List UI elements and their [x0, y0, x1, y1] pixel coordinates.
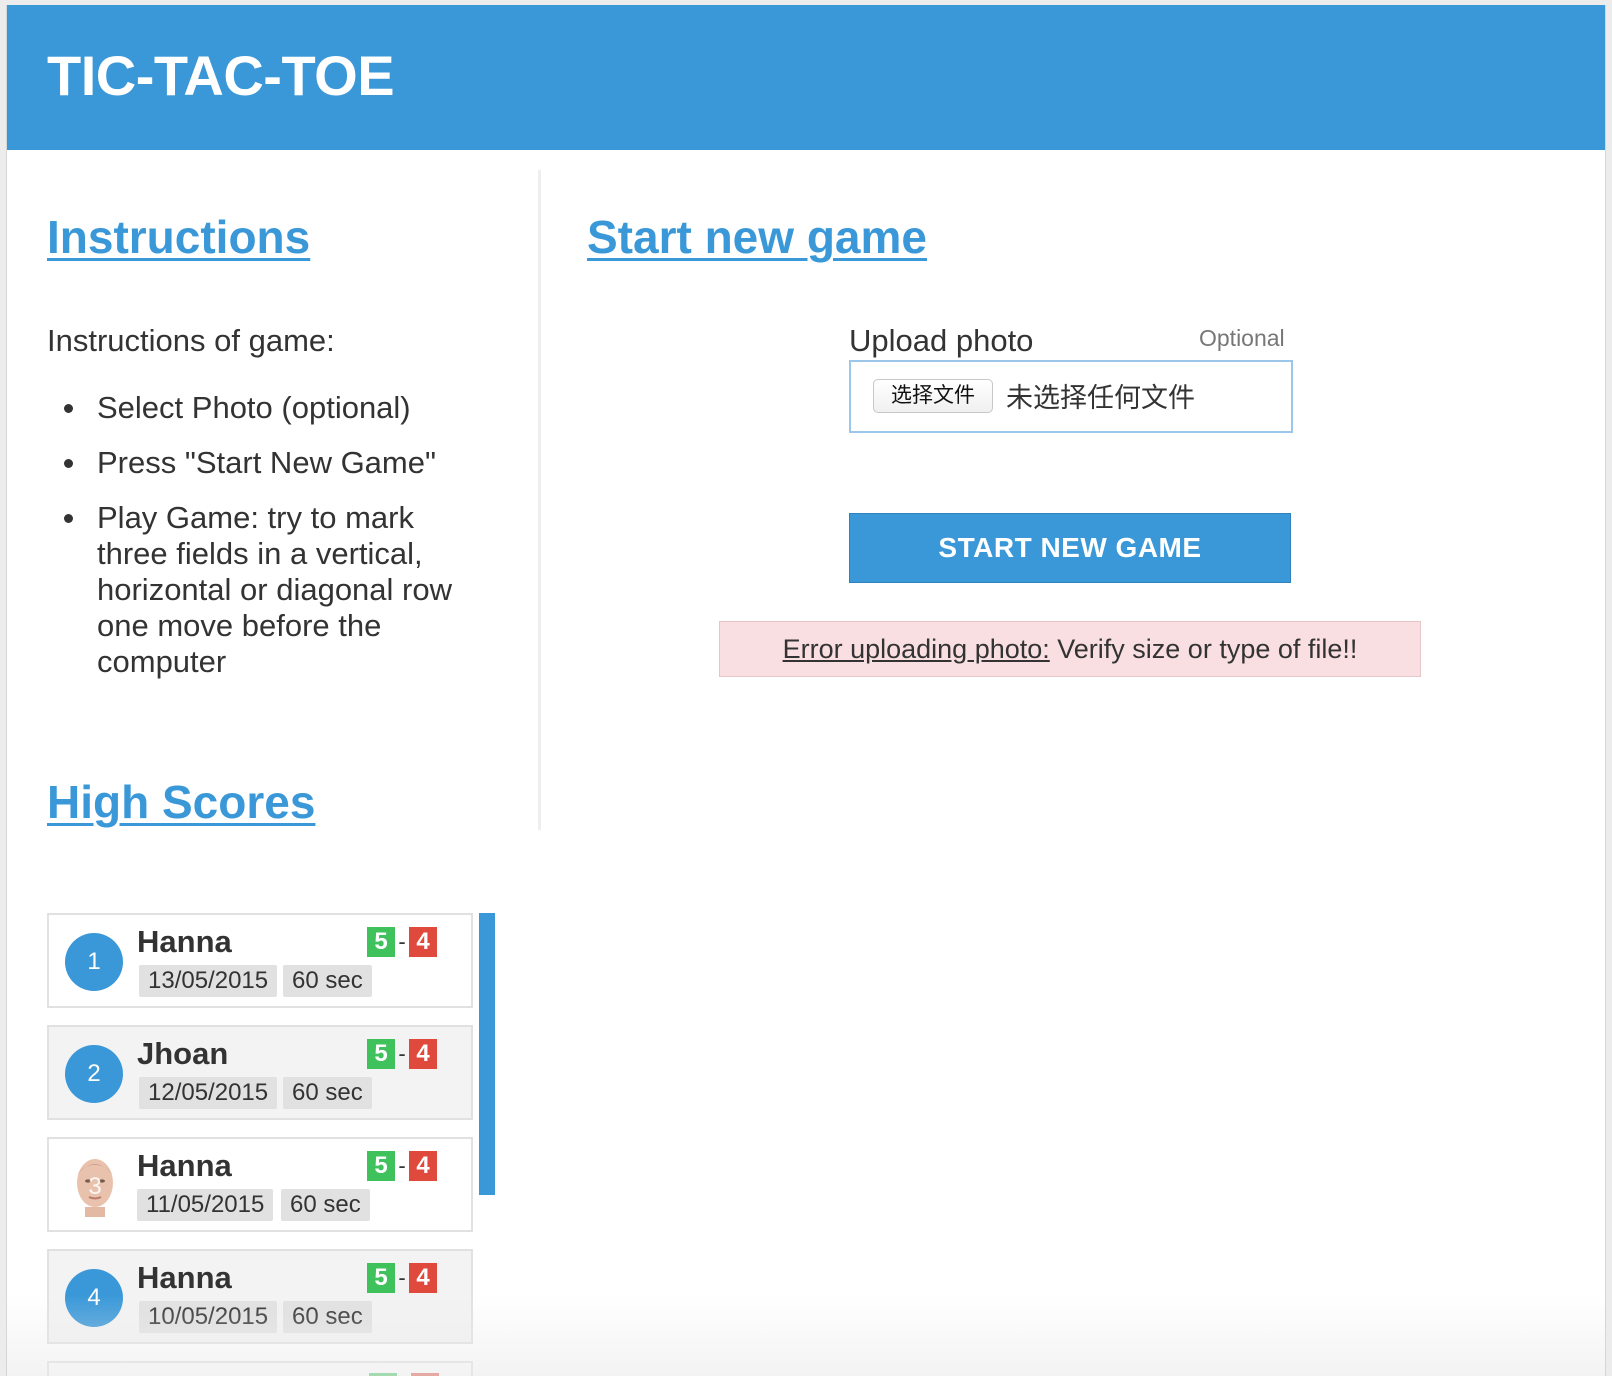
player-name: Jhoan: [137, 1036, 229, 1071]
start-new-game-heading-link[interactable]: Start new game: [587, 210, 927, 264]
score-row-partial[interactable]: [47, 1361, 473, 1376]
wins-badge: 5: [367, 927, 395, 957]
date-chip: 12/05/2015: [139, 1077, 278, 1109]
time-chip: 60 sec: [281, 1189, 370, 1221]
score-separator: -: [398, 929, 406, 954]
losses-badge: 4: [409, 1263, 437, 1293]
instructions-intro: Instructions of game:: [47, 323, 335, 358]
high-scores-scrollbar[interactable]: [479, 913, 495, 1195]
score-row[interactable]: 3 Hanna 5-4 11/05/2015 60 sec: [47, 1137, 473, 1232]
instruction-item: Play Game: try to mark three fields in a…: [47, 500, 477, 680]
error-title: Error uploading photo:: [782, 634, 1050, 664]
instructions-heading-link[interactable]: Instructions: [47, 210, 310, 264]
score-tally: 5-4: [367, 1263, 437, 1295]
high-scores-list: 1 Hanna 5-4 13/05/2015 60 sec 2 Jhoan 5-…: [47, 913, 481, 1376]
bullet-icon: [64, 404, 73, 413]
rank-badge: 1: [65, 933, 123, 991]
rank-badge: 2: [65, 1045, 123, 1103]
start-new-game-button[interactable]: START NEW GAME: [849, 513, 1291, 583]
player-name: Hanna: [137, 1260, 232, 1295]
instruction-item: Press "Start New Game": [47, 445, 477, 481]
photo-file-input[interactable]: 选择文件 未选择任何文件: [849, 360, 1293, 433]
losses-badge: 4: [409, 1039, 437, 1069]
wins-badge: 5: [367, 1151, 395, 1181]
app-title: TIC-TAC-TOE: [47, 44, 395, 107]
score-tally: 5-4: [367, 927, 437, 959]
score-row[interactable]: 1 Hanna 5-4 13/05/2015 60 sec: [47, 913, 473, 1008]
losses-badge: 4: [409, 927, 437, 957]
wins-badge: 5: [367, 1039, 395, 1069]
upload-photo-label: Upload photo: [849, 323, 1034, 358]
instruction-text: Select Photo (optional): [97, 390, 411, 425]
file-status-text: 未选择任何文件: [1006, 383, 1195, 413]
instruction-text: Press "Start New Game": [97, 445, 436, 480]
score-row[interactable]: 2 Jhoan 5-4 12/05/2015 60 sec: [47, 1025, 473, 1120]
instruction-text: Play Game: try to mark three fields in a…: [97, 500, 452, 679]
wins-badge: 5: [367, 1263, 395, 1293]
score-separator: -: [398, 1265, 406, 1290]
score-separator: -: [398, 1153, 406, 1178]
date-chip: 10/05/2015: [139, 1301, 278, 1333]
date-chip: 13/05/2015: [139, 965, 278, 997]
app-window: TIC-TAC-TOE Instructions Instructions of…: [6, 5, 1606, 1376]
date-chip: 11/05/2015: [137, 1189, 274, 1221]
app-header: TIC-TAC-TOE: [7, 5, 1605, 150]
score-tally: 5-4: [367, 1151, 437, 1183]
time-chip: 60 sec: [283, 1301, 372, 1333]
optional-hint: Optional: [1199, 325, 1285, 351]
time-chip: 60 sec: [283, 1077, 372, 1109]
score-row[interactable]: 4 Hanna 5-4 10/05/2015 60 sec: [47, 1249, 473, 1344]
error-message: Verify size or type of file!!: [1049, 634, 1358, 664]
error-alert: Error uploading photo: Verify size or ty…: [719, 621, 1421, 677]
score-tally: 5-4: [367, 1039, 437, 1071]
player-name: Hanna: [137, 1148, 232, 1183]
instruction-item: Select Photo (optional): [47, 390, 477, 426]
bullet-icon: [64, 514, 73, 523]
player-name: Hanna: [137, 924, 232, 959]
score-separator: -: [398, 1041, 406, 1066]
rank-number-overlay: 3: [88, 1173, 102, 1200]
bullet-icon: [64, 459, 73, 468]
losses-badge: 4: [409, 1151, 437, 1181]
rank-badge: 4: [65, 1269, 123, 1327]
column-divider: [538, 170, 541, 830]
choose-file-button[interactable]: 选择文件: [873, 379, 993, 413]
instructions-list: Select Photo (optional) Press "Start New…: [47, 390, 477, 699]
player-avatar: 3: [71, 1153, 119, 1217]
high-scores-heading-link[interactable]: High Scores: [47, 775, 315, 829]
time-chip: 60 sec: [283, 965, 372, 997]
